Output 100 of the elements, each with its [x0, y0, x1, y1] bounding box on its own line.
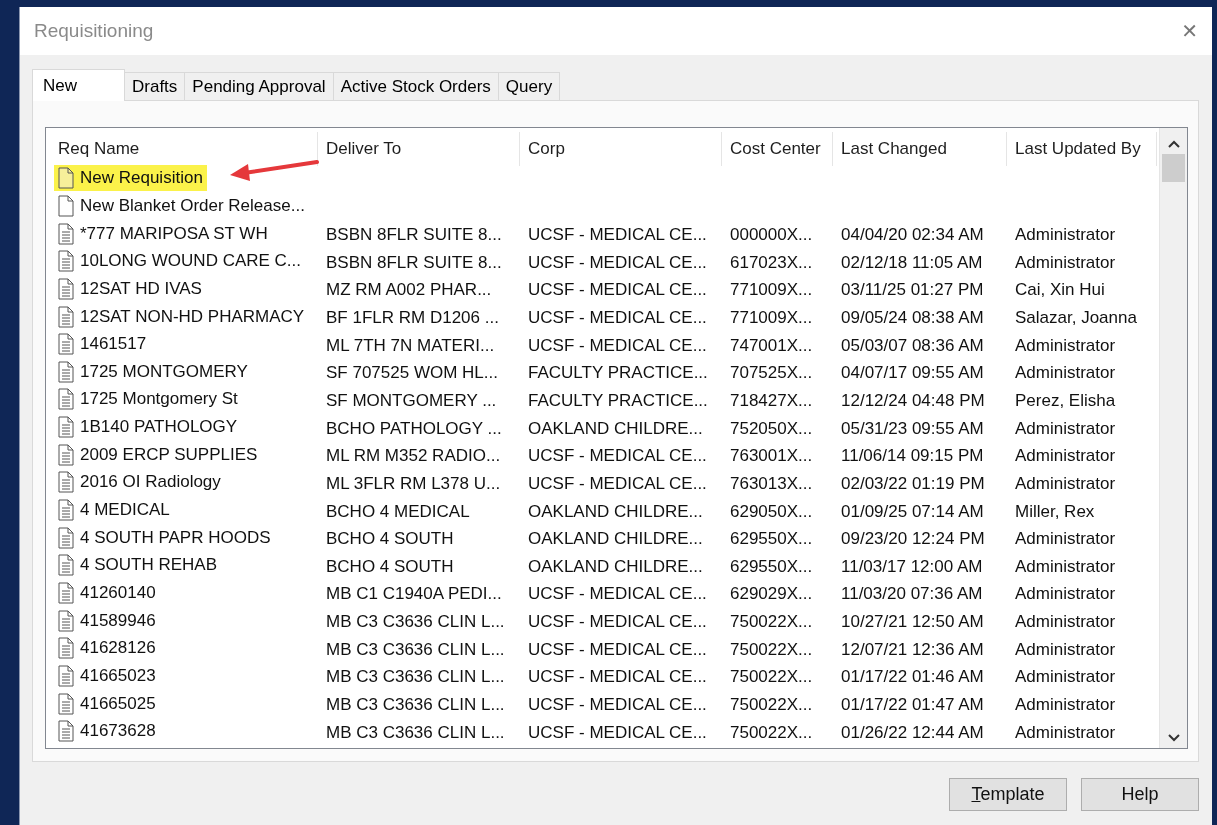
scrollbar[interactable] — [1159, 128, 1187, 748]
table-cell-text: ML 3FLR RM L378 U... — [325, 473, 502, 494]
table-cell-text: Administrator — [1014, 252, 1117, 273]
list-item[interactable]: 41665023 — [54, 662, 160, 689]
table-cell-text: UCSF - MEDICAL CE... — [527, 252, 708, 273]
table-cell-text: UCSF - MEDICAL CE... — [527, 667, 708, 688]
table-cell-text: UCSF - MEDICAL CE... — [527, 335, 708, 356]
list-item[interactable]: 12SAT NON-HD PHARMACY — [54, 303, 309, 330]
table-cell-text: Administrator — [1014, 584, 1117, 605]
table-cell-text: 01/17/22 01:47 AM — [840, 695, 985, 715]
item-label: 41673628 — [80, 721, 156, 742]
table-cell-text: BSBN 8FLR SUITE 8... — [325, 225, 503, 246]
dialog-button[interactable]: Help — [1081, 778, 1199, 811]
window-title: Requisitioning — [34, 20, 154, 42]
item-label: 2016 OI Radiology — [80, 472, 221, 493]
column-header[interactable]: Corp — [520, 132, 722, 166]
item-label: 1461517 — [80, 334, 147, 355]
list-item[interactable]: 41589946 — [54, 607, 160, 634]
item-label: 4 SOUTH REHAB — [80, 555, 217, 576]
table-cell-text: UCSF - MEDICAL CE... — [527, 695, 708, 715]
table-cell-text: SF MONTGOMERY ... — [325, 390, 498, 411]
document-icon — [58, 388, 74, 411]
list-item[interactable]: *777 MARIPOSA ST WH — [54, 220, 272, 247]
document-icon — [58, 333, 74, 356]
table-cell-text: 629050X... — [729, 501, 814, 522]
item-label: 10LONG WOUND CARE C... — [80, 251, 302, 272]
scroll-thumb[interactable] — [1162, 154, 1185, 182]
document-icon — [58, 554, 74, 577]
table-cell-text: 707525X... — [729, 363, 814, 384]
item-label: 1725 Montgomery St — [80, 389, 238, 410]
table-cell-text: 629029X... — [729, 584, 814, 605]
table-cell-text: UCSF - MEDICAL CE... — [527, 446, 708, 467]
table-cell-text: 617023X... — [729, 252, 814, 273]
table-cell-text: Administrator — [1014, 612, 1117, 633]
table-cell-text: BCHO 4 MEDICAL — [325, 501, 471, 522]
table-cell-text: 04/07/17 09:55 AM — [840, 363, 985, 384]
list-item[interactable]: New Blanket Order Release... — [54, 192, 309, 219]
table-cell-text: OAKLAND CHILDRE... — [527, 418, 704, 439]
scroll-up-icon[interactable] — [1167, 140, 1180, 148]
document-icon — [58, 360, 74, 383]
list-item[interactable]: 2009 ERCP SUPPLIES — [54, 441, 262, 468]
close-button[interactable]: ✕ — [1173, 15, 1206, 47]
list-item[interactable]: 41260140 — [54, 579, 160, 606]
list-item[interactable]: 41665025 — [54, 690, 160, 717]
table-cell-text: 10/27/21 12:50 AM — [840, 612, 985, 633]
table-cell-text: MB C3 C3636 CLIN L... — [325, 722, 506, 743]
item-label: 4 SOUTH PAPR HOODS — [80, 527, 271, 548]
table-cell-text: 000000X... — [729, 225, 814, 246]
table-cell-text: Administrator — [1014, 639, 1117, 660]
list-item[interactable]: 4 MEDICAL — [54, 497, 174, 523]
table-cell-text: Administrator — [1014, 667, 1117, 688]
table-cell-text: Administrator — [1014, 722, 1117, 743]
blank-page-icon — [58, 194, 74, 217]
item-label: 12SAT NON-HD PHARMACY — [80, 306, 305, 327]
list-item[interactable]: 41673628 — [54, 718, 160, 745]
column-header[interactable]: Deliver To — [318, 132, 520, 166]
list-item[interactable]: 10LONG WOUND CARE C... — [54, 248, 306, 275]
highlighted-item[interactable]: New Requisition — [54, 165, 207, 192]
item-label: *777 MARIPOSA ST WH — [80, 223, 268, 244]
table-cell-text: UCSF - MEDICAL CE... — [527, 612, 708, 633]
table-cell-text: MB C3 C3636 CLIN L... — [325, 639, 506, 660]
list-item[interactable]: 4 SOUTH PAPR HOODS — [54, 524, 275, 551]
item-label: 4 MEDICAL — [80, 500, 170, 520]
table-cell-text: OAKLAND CHILDRE... — [527, 556, 704, 577]
item-label: 41628126 — [80, 638, 156, 659]
table-cell-text: Administrator — [1014, 529, 1117, 550]
scroll-down-icon[interactable] — [1167, 734, 1180, 742]
table-cell-text: 629550X... — [729, 556, 814, 577]
table-cell-text: UCSF - MEDICAL CE... — [527, 280, 708, 301]
table-cell-text: Administrator — [1014, 556, 1117, 577]
table-cell-text: UCSF - MEDICAL CE... — [527, 308, 708, 328]
table-cell-text: MB C3 C3636 CLIN L... — [325, 695, 506, 715]
table-cell-text: Administrator — [1014, 225, 1117, 246]
table-cell-text: MB C3 C3636 CLIN L... — [325, 612, 506, 633]
column-header[interactable]: Last Updated By — [1007, 132, 1157, 166]
list-item[interactable]: 2016 OI Radiology — [54, 469, 225, 496]
document-icon — [58, 471, 74, 494]
column-header[interactable]: Last Changed — [833, 132, 1007, 166]
table-cell-text: 09/23/20 12:24 PM — [840, 529, 986, 550]
table-cell-text: UCSF - MEDICAL CE... — [527, 639, 708, 660]
tab[interactable]: New — [32, 69, 125, 101]
table-cell-text: FACULTY PRACTICE... — [527, 390, 709, 411]
list-item[interactable]: 4 SOUTH REHAB — [54, 552, 221, 579]
table-cell-text: ML RM M352 RADIO... — [325, 446, 502, 467]
document-icon — [58, 277, 74, 300]
table-cell-text: 01/17/22 01:46 AM — [840, 667, 985, 688]
tab[interactable]: Query — [497, 72, 561, 100]
list-item[interactable]: 12SAT HD IVAS — [54, 275, 206, 302]
table-cell-text: 629550X... — [729, 529, 814, 550]
list-item[interactable]: 1725 Montgomery St — [54, 386, 242, 413]
document-icon — [58, 637, 74, 660]
list-item[interactable]: 1B140 PATHOLOGY — [54, 414, 242, 441]
table-cell-text: OAKLAND CHILDRE... — [527, 501, 704, 522]
list-item[interactable]: 1725 MONTGOMERY — [54, 358, 252, 385]
list-item[interactable]: 1461517 — [54, 331, 151, 358]
dialog-button[interactable]: Template — [949, 778, 1067, 811]
table-cell-text: Perez, Elisha — [1014, 390, 1117, 411]
column-header[interactable]: Cost Center — [722, 132, 833, 166]
table-cell-text: 11/03/17 12:00 AM — [840, 556, 984, 577]
list-item[interactable]: 41628126 — [54, 635, 160, 662]
